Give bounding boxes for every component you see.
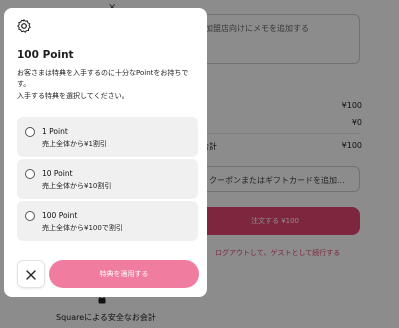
- radio-button[interactable]: [25, 211, 35, 221]
- reward-subtitle: 売上全体から¥10割引: [42, 182, 112, 190]
- modal-title: 100 Point: [17, 49, 74, 61]
- reward-subtitle: 売上全体から¥1割引: [42, 140, 107, 148]
- radio-button[interactable]: [25, 127, 35, 137]
- apply-reward-button[interactable]: 特典を適用する: [49, 260, 199, 288]
- modal-description: お客さまは特典を入手するのに十分なPointをお持ちです。: [17, 69, 189, 88]
- modal-instruction: 入手する特典を選択してください。: [17, 92, 129, 100]
- reward-option-1-point[interactable]: 1 Point 売上全体から¥1割引: [17, 117, 198, 157]
- close-button[interactable]: [17, 260, 45, 288]
- reward-title: 1 Point: [42, 127, 68, 136]
- close-icon: [26, 265, 36, 284]
- reward-option-100-point[interactable]: 100 Point 売上全体から¥100で割引: [17, 201, 198, 241]
- reward-title: 10 Point: [42, 169, 73, 178]
- reward-subtitle: 売上全体から¥100で割引: [42, 224, 123, 232]
- reward-selection-modal: 100 Point お客さまは特典を入手するのに十分なPointをお持ちです。 …: [4, 8, 207, 297]
- reward-option-10-point[interactable]: 10 Point 売上全体から¥10割引: [17, 159, 198, 199]
- reward-badge-icon: [17, 18, 31, 33]
- radio-button[interactable]: [25, 169, 35, 179]
- reward-title: 100 Point: [42, 211, 78, 220]
